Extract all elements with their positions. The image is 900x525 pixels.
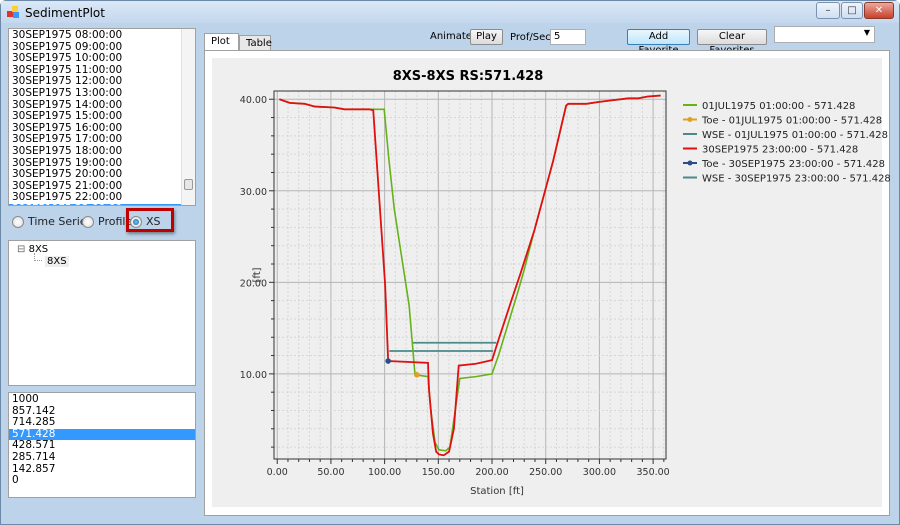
- x-tick-label: 200.00: [475, 467, 508, 478]
- toe-point: [385, 358, 391, 364]
- x-axis-label: Station [ft]: [470, 486, 524, 497]
- legend-entry: Toe - 01JUL1975 01:00:00 - 571.428: [701, 116, 882, 127]
- x-tick-label: 100.00: [368, 467, 401, 478]
- x-tick-label: 250.00: [529, 467, 562, 478]
- legend-entry: Toe - 30SEP1975 23:00:00 - 571.428: [701, 159, 885, 170]
- x-tick-label: 350.00: [636, 467, 669, 478]
- y-tick-label: 40.00: [240, 95, 267, 106]
- y-tick-label: 10.00: [240, 370, 267, 381]
- legend-marker: [687, 117, 693, 122]
- series-line: [279, 94, 661, 452]
- plot-frame: [273, 90, 667, 460]
- legend-entry: WSE - 01JUL1975 01:00:00 - 571.428: [702, 130, 888, 141]
- legend-entry: 30SEP1975 23:00:00 - 571.428: [702, 145, 858, 156]
- y-tick-label: 20.00: [240, 278, 267, 289]
- y-tick-label: 30.00: [240, 187, 267, 198]
- chart-title: 8XS-8XS RS:571.428: [393, 69, 544, 84]
- series-line: [279, 94, 661, 457]
- toe-point: [414, 371, 420, 378]
- legend-marker: [687, 160, 693, 166]
- x-tick-label: 50.00: [317, 467, 344, 478]
- x-tick-label: 0.00: [267, 467, 288, 478]
- x-tick-label: 300.00: [583, 467, 616, 478]
- legend-entry: WSE - 30SEP1975 23:00:00 - 571.428: [702, 174, 891, 185]
- x-tick-label: 150.00: [422, 467, 455, 478]
- legend-entry: 01JUL1975 01:00:00 - 571.428: [702, 101, 855, 112]
- cross-section-chart: 8XS-8XS RS:571.428 Station [ft] [ft] 0.0…: [240, 69, 891, 497]
